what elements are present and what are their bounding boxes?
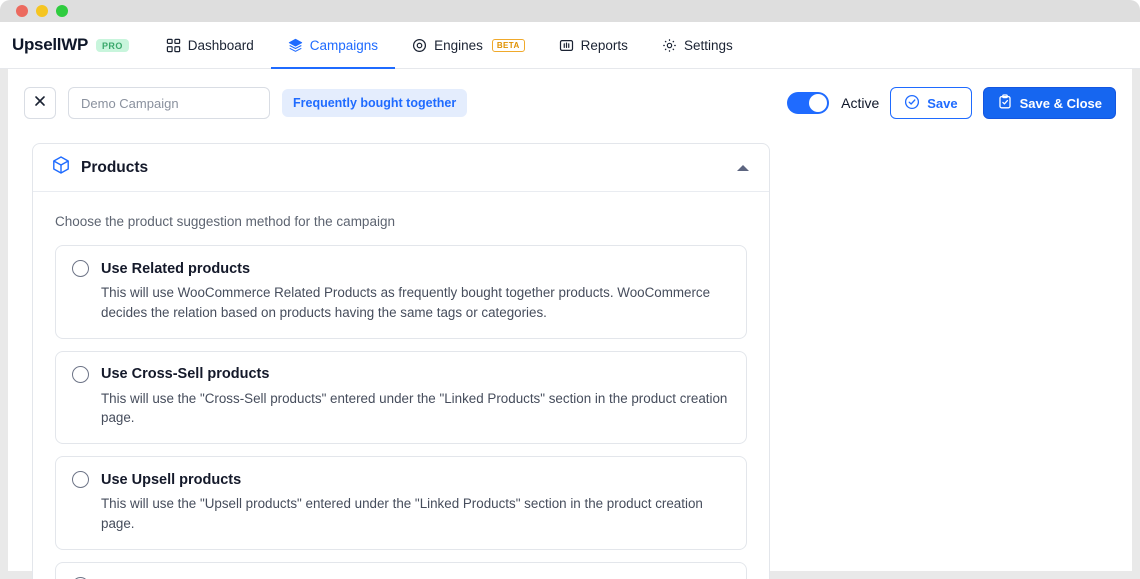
minimize-window-button[interactable] — [36, 5, 48, 17]
brand-logo[interactable]: UpsellWP PRO — [12, 22, 149, 68]
products-card: Products Choose the product suggestion m… — [32, 143, 770, 579]
option-label-cross-sell-products: Use Cross-Sell products — [101, 366, 270, 383]
save-and-close-button-label: Save & Close — [1019, 95, 1102, 111]
active-toggle[interactable] — [787, 92, 830, 114]
products-card-title: Products — [81, 158, 149, 176]
layers-icon — [288, 38, 303, 53]
nav-label-engines: Engines — [434, 37, 483, 53]
close-icon — [33, 94, 47, 113]
check-circle-icon — [904, 94, 920, 113]
products-card-header[interactable]: Products — [33, 144, 769, 192]
bar-chart-icon — [559, 38, 574, 53]
page-body: Frequently bought together Active Save — [0, 69, 1140, 579]
radio-cross-sell-products[interactable] — [72, 365, 89, 383]
nav-item-settings[interactable]: Settings — [645, 23, 750, 69]
save-button[interactable]: Save — [890, 87, 972, 119]
nav-label-campaigns: Campaigns — [309, 37, 379, 53]
nav-label-dashboard: Dashboard — [187, 37, 254, 53]
campaign-toolbar: Frequently bought together Active Save — [8, 69, 1132, 135]
app-window: UpsellWP PRO Dashboard Campaigns Engines… — [0, 0, 1140, 579]
option-desc-cross-sell-products: This will use the "Cross-Sell products" … — [101, 390, 728, 426]
nav-label-reports: Reports — [580, 37, 628, 53]
radio-related-products[interactable] — [72, 260, 89, 277]
top-navigation: UpsellWP PRO Dashboard Campaigns Engines… — [0, 22, 1140, 69]
nav-item-dashboard[interactable]: Dashboard — [149, 23, 271, 69]
products-hint: Choose the product suggestion method for… — [55, 214, 395, 229]
toolbar-actions: Active Save Save & Close — [787, 87, 1116, 119]
radio-upsell-products[interactable] — [72, 471, 89, 489]
option-cross-sell-products[interactable]: Use Cross-Sell products This will use th… — [55, 350, 747, 445]
nav-item-reports[interactable]: Reports — [542, 23, 645, 69]
nav-item-engines[interactable]: Engines BETA — [395, 23, 542, 69]
option-related-products[interactable]: Use Related products This will use WooCo… — [55, 245, 747, 339]
option-upsell-products[interactable]: Use Upsell products This will use the "U… — [55, 456, 747, 550]
target-icon — [412, 38, 427, 53]
option-header: Use Cross-Sell products — [72, 365, 730, 383]
option-header: Use Upsell products — [72, 471, 730, 489]
option-label-upsell-products: Use Upsell products — [101, 471, 242, 488]
active-toggle-label: Active — [841, 95, 880, 111]
window-titlebar — [0, 0, 1140, 22]
chevron-up-icon[interactable] — [737, 164, 749, 171]
clipboard-check-icon — [997, 93, 1013, 113]
option-header: Use Related products — [72, 260, 730, 277]
nav-item-campaigns[interactable]: Campaigns — [270, 23, 396, 69]
grid-icon — [166, 38, 181, 53]
option-desc-related-products: This will use WooCommerce Related Produc… — [101, 285, 711, 320]
beta-badge: BETA — [491, 38, 525, 52]
package-icon — [51, 155, 71, 180]
campaign-name-input[interactable] — [68, 87, 270, 119]
pro-badge: PRO — [96, 38, 129, 52]
option-label-related-products: Use Related products — [101, 260, 251, 277]
option-next-partially-visible[interactable] — [55, 561, 747, 579]
brand-name: UpsellWP — [12, 35, 89, 54]
save-and-close-button[interactable]: Save & Close — [982, 87, 1116, 119]
close-window-button[interactable] — [16, 5, 28, 17]
products-card-body: Choose the product suggestion method for… — [33, 192, 769, 579]
toggle-knob — [809, 94, 828, 112]
campaign-type-chip[interactable]: Frequently bought together — [282, 89, 468, 117]
nav-label-settings: Settings — [683, 37, 733, 53]
maximize-window-button[interactable] — [56, 5, 68, 17]
gear-icon — [662, 38, 677, 53]
close-campaign-button[interactable] — [24, 87, 56, 119]
save-button-label: Save — [927, 95, 958, 111]
option-desc-upsell-products: This will use the "Upsell products" ente… — [101, 496, 703, 532]
